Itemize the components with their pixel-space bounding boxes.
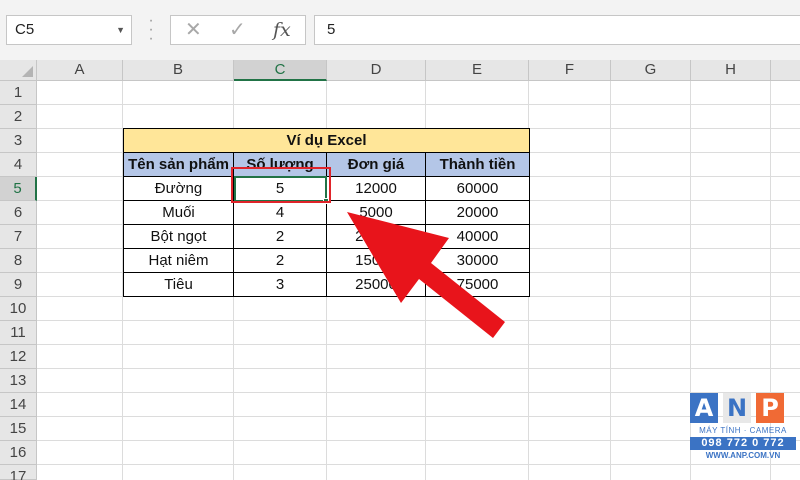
table-cell[interactable]: 20000	[426, 201, 530, 225]
table-cell[interactable]: 2	[234, 225, 327, 249]
header-quantity[interactable]: Số lượng	[234, 153, 327, 177]
table-cell[interactable]: Muối	[123, 201, 234, 225]
table-cell[interactable]: 75000	[426, 273, 530, 297]
formula-bar: C5 ▼ · · · ✕ ✓ fx 5	[0, 0, 800, 60]
table-cell[interactable]: 2	[234, 249, 327, 273]
row-header-8[interactable]: 8	[0, 249, 37, 273]
table-cell[interactable]: 4	[234, 201, 327, 225]
row-header-7[interactable]: 7	[0, 225, 37, 249]
table-cell[interactable]: 5000	[327, 201, 426, 225]
logo-phone: 098 772 0 772	[690, 437, 796, 450]
select-all-button[interactable]	[0, 60, 37, 81]
name-box[interactable]: C5 ▼	[6, 15, 132, 45]
row-header-10[interactable]: 10	[0, 297, 37, 321]
column-header-d[interactable]: D	[327, 60, 426, 81]
row-header-2[interactable]: 2	[0, 105, 37, 129]
row-header-14[interactable]: 14	[0, 393, 37, 417]
logo-letter-a: A	[690, 393, 718, 423]
table-title[interactable]: Ví dụ Excel	[123, 128, 530, 153]
logo-website: WWW.ANP.COM.VN	[705, 451, 781, 460]
table-cell-selected[interactable]: 5	[234, 177, 327, 201]
table-cell[interactable]: 15000	[327, 249, 426, 273]
gridline	[610, 81, 611, 480]
header-product-name[interactable]: Tên sản phẩm	[123, 153, 234, 177]
row-header-4[interactable]: 4	[0, 153, 37, 177]
table-cell[interactable]: Hạt niêm	[123, 249, 234, 273]
column-header-h[interactable]: H	[691, 60, 771, 81]
formula-buttons: ✕ ✓ fx	[170, 15, 306, 45]
table-cell[interactable]: 3	[234, 273, 327, 297]
header-unit-price[interactable]: Đơn giá	[327, 153, 426, 177]
row-header-17[interactable]: 17	[0, 465, 37, 480]
row-header-11[interactable]: 11	[0, 321, 37, 345]
column-header-f[interactable]: F	[529, 60, 611, 81]
logo-letters: A N P	[690, 393, 796, 423]
column-header-c[interactable]: C	[234, 60, 327, 81]
table-cell[interactable]: 30000	[426, 249, 530, 273]
table-cell[interactable]: 60000	[426, 177, 530, 201]
column-header-b[interactable]: B	[123, 60, 234, 81]
row-header-9[interactable]: 9	[0, 273, 37, 297]
row-header-13[interactable]: 13	[0, 369, 37, 393]
row-header-16[interactable]: 16	[0, 441, 37, 465]
logo-subtitle: MÁY TÍNH · CAMERA	[699, 426, 787, 435]
column-header-partial[interactable]	[771, 60, 800, 81]
insert-function-icon[interactable]: fx	[273, 16, 291, 44]
table-cell[interactable]: Bột ngọt	[123, 225, 234, 249]
row-header-6[interactable]: 6	[0, 201, 37, 225]
table-cell[interactable]: Tiêu	[123, 273, 234, 297]
column-header-g[interactable]: G	[611, 60, 691, 81]
header-total[interactable]: Thành tiền	[426, 153, 530, 177]
fill-handle[interactable]	[323, 198, 329, 204]
table-cell[interactable]: 12000	[327, 177, 426, 201]
row-header-15[interactable]: 15	[0, 417, 37, 441]
logo-letter-p: P	[756, 393, 784, 423]
table-cell[interactable]: 25000	[327, 273, 426, 297]
logo-letter-n: N	[723, 393, 751, 423]
row-header-5[interactable]: 5	[0, 177, 37, 201]
formula-bar-grip-icon[interactable]: · · ·	[148, 13, 154, 47]
name-box-value: C5	[15, 21, 35, 38]
table-cell[interactable]: 20000	[327, 225, 426, 249]
column-header-a[interactable]: A	[37, 60, 123, 81]
table-cell[interactable]: 40000	[426, 225, 530, 249]
row-header-3[interactable]: 3	[0, 129, 37, 153]
name-box-dropdown-icon[interactable]: ▼	[116, 16, 125, 44]
row-header-1[interactable]: 1	[0, 81, 37, 105]
enter-icon[interactable]: ✓	[229, 16, 246, 44]
table-cell[interactable]: Đường	[123, 177, 234, 201]
row-header-12[interactable]: 12	[0, 345, 37, 369]
cancel-icon[interactable]: ✕	[185, 16, 202, 44]
formula-input[interactable]: 5	[314, 15, 800, 45]
column-header-e[interactable]: E	[426, 60, 529, 81]
anp-logo: A N P MÁY TÍNH · CAMERA 098 772 0 772 WW…	[690, 393, 796, 473]
